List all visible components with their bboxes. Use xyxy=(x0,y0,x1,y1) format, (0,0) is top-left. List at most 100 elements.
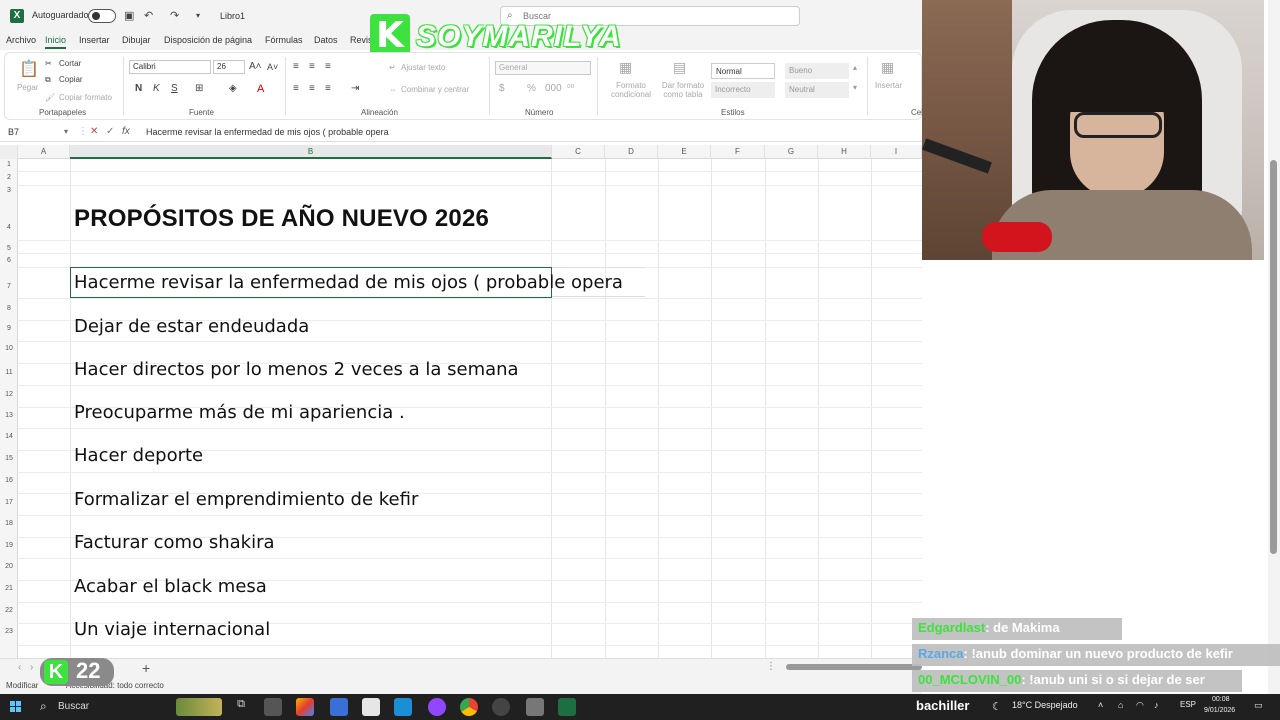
font-color-icon[interactable]: A xyxy=(257,83,264,95)
task-view-icon[interactable]: ⧉ xyxy=(232,698,250,716)
sheet-title-cell[interactable]: PROPÓSITOS DE AÑO NUEVO 2026 xyxy=(74,205,489,233)
notifications-icon[interactable]: ▭ xyxy=(1254,700,1263,711)
autosave-toggle[interactable] xyxy=(88,9,116,23)
chrome-icon[interactable] xyxy=(460,698,478,716)
row-header[interactable]: 18 xyxy=(0,520,18,527)
paste-label[interactable]: Pegar xyxy=(17,83,38,92)
horizontal-scrollbar[interactable] xyxy=(786,664,922,670)
indent-icon[interactable]: ⇥ xyxy=(351,83,359,94)
tab-insertar[interactable]: Insertar xyxy=(79,35,110,45)
copy-button[interactable]: Copiar xyxy=(59,75,83,84)
row-header[interactable]: 10 xyxy=(0,345,18,352)
volume-icon[interactable]: ♪ xyxy=(1154,700,1159,710)
tab-formulas[interactable]: Fórmulas xyxy=(265,35,303,45)
style-neutral[interactable]: Neutral xyxy=(785,82,849,98)
row-header[interactable]: 13 xyxy=(0,412,18,419)
styles-scroll-icon[interactable]: ▴ xyxy=(853,63,857,72)
align-left-icon[interactable]: ≡ xyxy=(293,83,299,94)
list-item[interactable]: Hacerme revisar la enfermedad de mis ojo… xyxy=(74,272,623,293)
style-normal[interactable]: Normal xyxy=(711,63,775,79)
number-format-select[interactable]: General xyxy=(495,61,591,75)
tray-chevron-icon[interactable]: ˄ xyxy=(1098,700,1103,710)
row-header[interactable]: 22 xyxy=(0,607,18,614)
decimals-icon[interactable]: ⁰⁰ xyxy=(567,83,574,94)
formula-input[interactable]: Hacerme revisar la enfermedad de mis ojo… xyxy=(146,127,389,137)
list-item[interactable]: Preocuparme más de mi apariencia . xyxy=(74,402,405,423)
app-icon[interactable] xyxy=(264,698,282,716)
add-sheet-button[interactable]: + xyxy=(142,660,150,676)
row-header[interactable]: 12 xyxy=(0,391,18,398)
taskbar-search[interactable]: ⌕ Buscar xyxy=(34,697,164,717)
tab-dibujar[interactable]: Dibujar xyxy=(122,35,151,45)
column-header[interactable]: G xyxy=(765,145,818,159)
percent-button[interactable]: % xyxy=(527,83,536,94)
network-icon[interactable]: ⌂ xyxy=(1118,700,1123,710)
steam-icon[interactable] xyxy=(394,698,412,716)
redo-icon[interactable]: ↷ xyxy=(170,9,179,22)
row-header[interactable]: 21 xyxy=(0,585,18,592)
tab-archivo[interactable]: Archivo xyxy=(6,35,36,45)
language-indicator[interactable]: ESP xyxy=(1180,700,1196,709)
row-header[interactable]: 4 xyxy=(0,224,18,231)
list-item[interactable]: Un viaje internacional xyxy=(74,619,270,640)
save-icon[interactable]: ▣ xyxy=(124,9,134,22)
tab-disposicion[interactable]: Disposición de página xyxy=(164,35,252,45)
undo-icon[interactable]: ↶ xyxy=(144,9,153,22)
column-header[interactable]: A xyxy=(18,145,70,159)
copilot-icon[interactable] xyxy=(296,698,314,716)
font-name-select[interactable]: Calibri xyxy=(129,60,211,74)
row-header[interactable]: 19 xyxy=(0,542,18,549)
column-header[interactable]: B xyxy=(70,145,552,159)
styles-more-icon[interactable]: ▾ xyxy=(853,83,857,92)
wrap-text-button[interactable]: Ajustar texto xyxy=(401,63,445,72)
list-item[interactable]: Hacer deporte xyxy=(74,445,203,466)
row-header[interactable]: 20 xyxy=(0,563,18,570)
row-header[interactable]: 16 xyxy=(0,477,18,484)
customize-qa-icon[interactable]: ▾ xyxy=(196,11,200,20)
merge-center-button[interactable]: Combinar y centrar xyxy=(401,85,469,94)
column-header[interactable]: E xyxy=(658,145,711,159)
app-icon-2[interactable] xyxy=(492,698,510,716)
widget-icon[interactable] xyxy=(176,698,222,716)
row-header[interactable]: 17 xyxy=(0,499,18,506)
obs-icon[interactable] xyxy=(428,698,446,716)
row-header[interactable]: 9 xyxy=(0,325,18,332)
fill-color-icon[interactable]: ◈ xyxy=(229,83,237,94)
align-top-icon[interactable]: ≡ xyxy=(293,61,299,72)
list-item[interactable]: Facturar como shakira xyxy=(74,532,275,553)
clock-time[interactable]: 00:08 xyxy=(1212,696,1230,703)
column-header[interactable]: F xyxy=(711,145,765,159)
cut-button[interactable]: Cortar xyxy=(59,59,81,68)
thousands-icon[interactable]: 000 xyxy=(545,83,562,94)
underline-button[interactable]: S xyxy=(171,83,178,94)
name-box-dropdown-icon[interactable]: ▾ xyxy=(64,127,68,136)
column-header[interactable]: C xyxy=(552,145,605,159)
font-size-select[interactable]: 26 xyxy=(213,60,245,74)
edge-icon[interactable] xyxy=(330,698,348,716)
row-header[interactable]: 1 xyxy=(0,161,18,168)
conditional-format-button[interactable]: Formato condicional xyxy=(609,81,653,99)
prev-sheet-icon[interactable]: ‹ xyxy=(18,662,21,673)
row-header[interactable]: 11 xyxy=(0,369,18,376)
row-header[interactable]: 2 xyxy=(0,174,18,181)
column-header[interactable]: H xyxy=(818,145,871,159)
style-bueno[interactable]: Bueno xyxy=(785,63,849,79)
bold-button[interactable]: N xyxy=(135,83,142,94)
file-explorer-icon[interactable] xyxy=(362,698,380,716)
row-header[interactable]: 15 xyxy=(0,455,18,462)
format-painter-button[interactable]: Copiar formato xyxy=(59,93,112,102)
wifi-icon[interactable]: ◠ xyxy=(1136,700,1144,711)
borders-icon[interactable]: ⊞ xyxy=(195,83,203,94)
app-icon-3[interactable] xyxy=(526,698,544,716)
list-item[interactable]: Dejar de estar endeudada xyxy=(74,316,309,337)
align-middle-icon[interactable]: ≡ xyxy=(309,61,315,72)
cancel-icon[interactable]: ✕ xyxy=(90,126,98,137)
grow-font-icon[interactable]: A˄ xyxy=(249,61,262,72)
weather-text[interactable]: 18°C Despejado xyxy=(1012,700,1078,710)
format-as-table-button[interactable]: Dar formato como tabla xyxy=(657,81,709,99)
column-header[interactable]: D xyxy=(605,145,658,159)
align-right-icon[interactable]: ≡ xyxy=(325,83,331,94)
insert-function-button[interactable]: fx xyxy=(122,126,130,137)
list-item[interactable]: Formalizar el emprendimiento de kefir xyxy=(74,489,418,510)
windows-start-icon[interactable] xyxy=(10,701,22,713)
